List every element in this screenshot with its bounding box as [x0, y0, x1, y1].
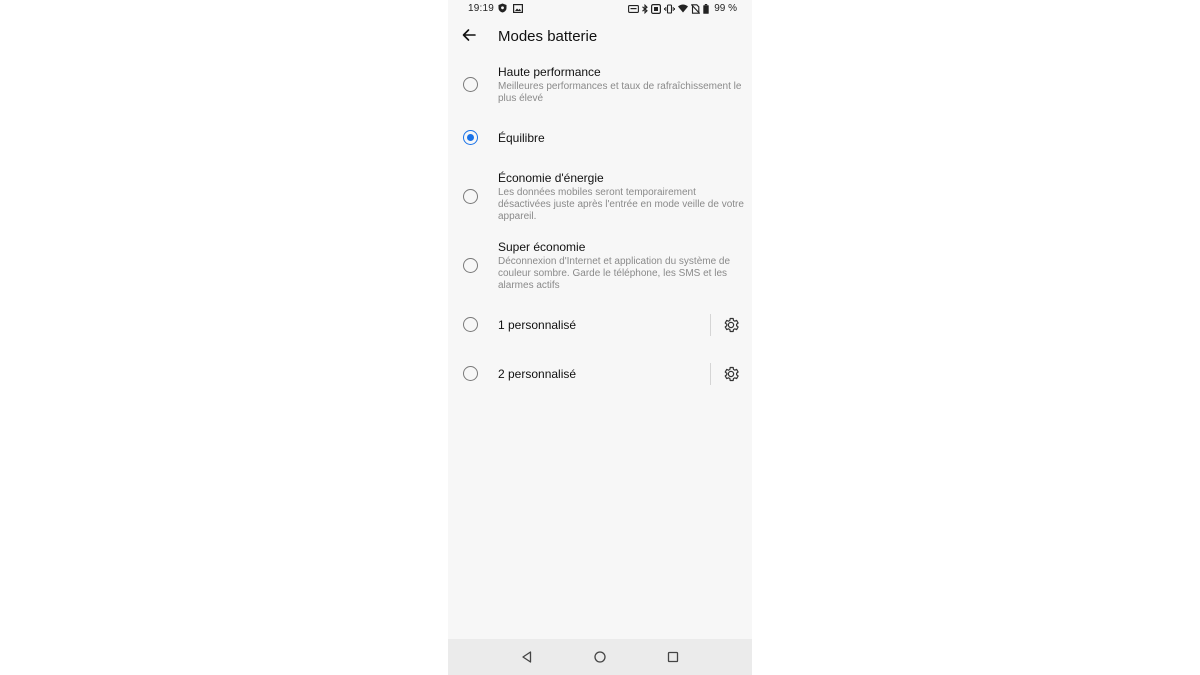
option-title: Équilibre: [498, 131, 545, 145]
bluetooth-icon: [642, 3, 649, 14]
wifi-icon: [678, 4, 689, 13]
vibrate-icon: [664, 3, 676, 14]
radio-button[interactable]: [463, 366, 478, 381]
option-title: Haute performance: [498, 65, 601, 79]
option-description: Les données mobiles seront temporairemen…: [498, 187, 744, 222]
nfc-icon: [628, 4, 640, 13]
option-economie-energie[interactable]: Économie d'énergie Les données mobiles s…: [448, 166, 752, 228]
option-description: Meilleures performances et taux de rafra…: [498, 81, 742, 104]
option-title: 2 personnalisé: [498, 367, 577, 381]
home-circle-icon[interactable]: [592, 649, 608, 665]
recents-square-icon[interactable]: [665, 649, 681, 665]
arrow-left-icon: [461, 27, 477, 48]
image-icon: [513, 3, 523, 13]
status-time: 19:19: [468, 3, 495, 14]
screenshot-icon: [651, 3, 662, 14]
divider: [710, 314, 711, 336]
option-2-personnalise[interactable]: 2 personnalisé: [448, 355, 752, 393]
back-triangle-icon[interactable]: [519, 649, 535, 665]
radio-button[interactable]: [463, 317, 478, 332]
option-title: 1 personnalisé: [498, 318, 577, 332]
option-haute-performance[interactable]: Haute performance Meilleures performance…: [448, 60, 752, 112]
phone-screen: 19:19 99 % Modes batterie Haute performa…: [448, 0, 752, 675]
gear-icon[interactable]: [722, 316, 740, 334]
option-title: Super économie: [498, 240, 586, 254]
status-right-icons: 99 %: [628, 3, 737, 14]
back-button[interactable]: [458, 26, 480, 48]
navigation-bar: [448, 639, 752, 675]
app-header: Modes batterie: [448, 22, 752, 54]
battery-icon: [703, 3, 709, 14]
status-bar: 19:19 99 %: [448, 0, 752, 18]
page-title: Modes batterie: [498, 28, 598, 45]
divider: [710, 363, 711, 385]
option-equilibre[interactable]: Équilibre: [448, 120, 752, 156]
radio-button[interactable]: [463, 258, 478, 273]
gear-icon[interactable]: [722, 365, 740, 383]
radio-button-selected[interactable]: [463, 130, 478, 145]
radio-button[interactable]: [463, 77, 478, 92]
radio-button[interactable]: [463, 189, 478, 204]
battery-percentage: 99 %: [714, 3, 737, 14]
option-super-economie[interactable]: Super économie Déconnexion d'Internet et…: [448, 235, 752, 297]
no-sim-icon: [691, 3, 701, 14]
option-title: Économie d'énergie: [498, 171, 604, 185]
option-description: Déconnexion d'Internet et application du…: [498, 256, 731, 291]
status-left-icons: [498, 3, 523, 13]
shield-icon: [498, 3, 507, 13]
option-1-personnalise[interactable]: 1 personnalisé: [448, 306, 752, 344]
